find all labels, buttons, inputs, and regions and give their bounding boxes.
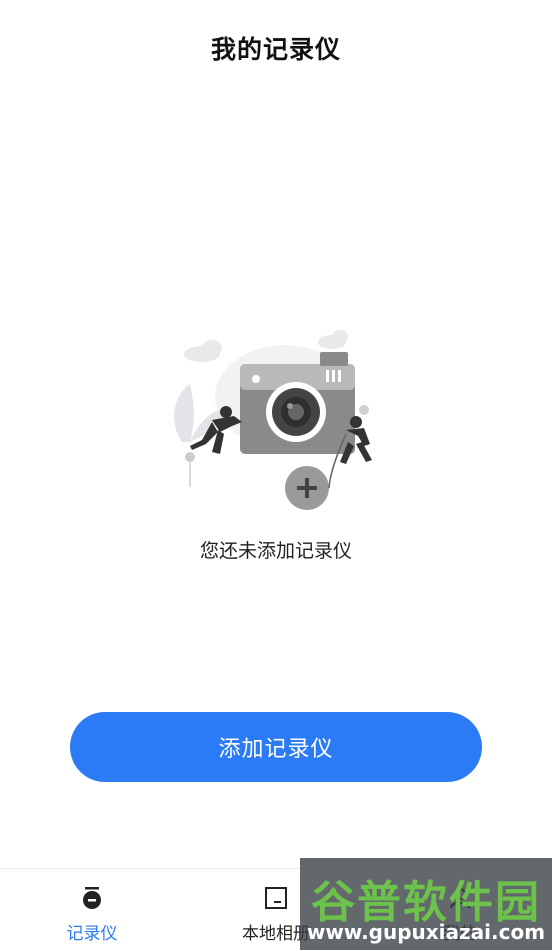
app-header: 我的记录仪	[0, 0, 552, 96]
balloon-icon	[185, 452, 195, 487]
add-circle-icon	[285, 466, 329, 510]
add-recorder-button[interactable]: 添加记录仪	[70, 712, 482, 782]
camera-icon	[240, 352, 355, 454]
empty-state-message: 您还未添加记录仪	[199, 540, 352, 562]
tab-label: 记录仪	[66, 924, 118, 944]
watermark-url: www.gupuxiazai.com	[306, 920, 546, 944]
page-title: 我的记录仪	[210, 35, 341, 64]
watermark-logo: 谷普软件园 www.gupuxiazai.com	[300, 858, 552, 950]
empty-recorder-illustration	[174, 330, 372, 510]
album-icon	[265, 887, 287, 909]
recorder-icon	[83, 887, 101, 909]
tab-recorder[interactable]: 记录仪	[0, 869, 184, 951]
